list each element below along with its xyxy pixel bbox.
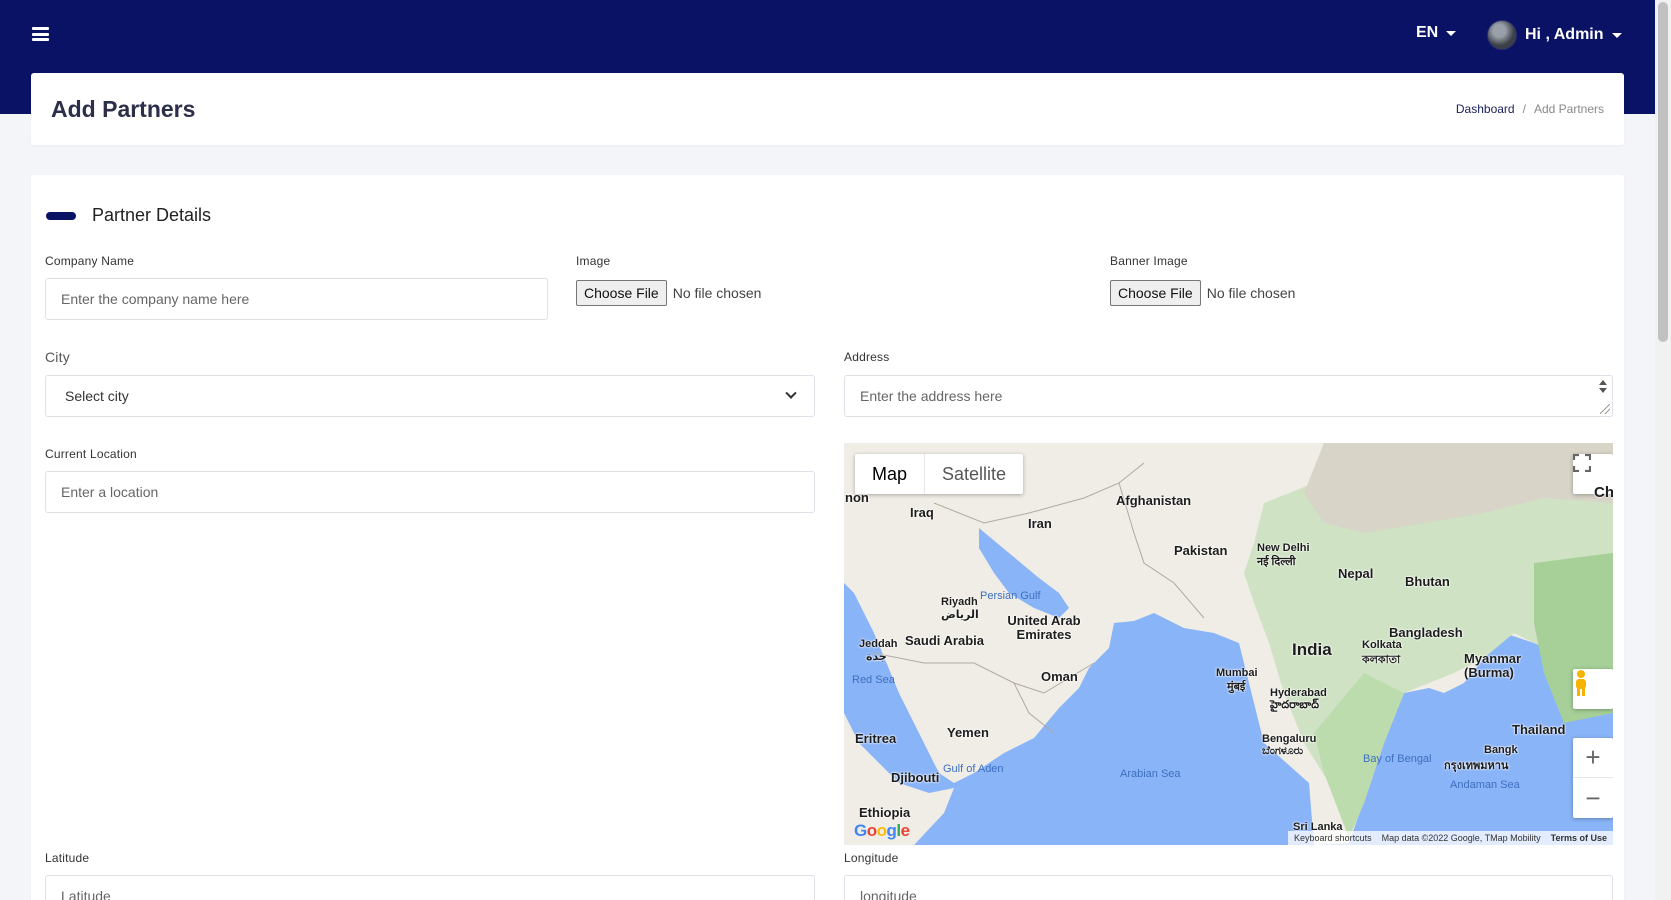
zoom-out-icon[interactable]: − (1573, 778, 1613, 818)
breadcrumb-dashboard[interactable]: Dashboard (1456, 102, 1515, 116)
image-label: Image (576, 254, 611, 268)
section-marker (46, 211, 76, 220)
map-label: Saudi Arabia (905, 633, 984, 648)
city-label: City (45, 349, 70, 365)
image-choose-file-button[interactable]: Choose File (576, 280, 667, 306)
menu-icon[interactable] (32, 27, 49, 41)
map-label: Bhutan (1405, 574, 1450, 589)
section-header: Partner Details (46, 205, 211, 226)
latitude-input[interactable] (45, 875, 815, 900)
map-label: Afghanistan (1116, 493, 1192, 508)
map-label: Oman (1041, 669, 1078, 684)
map-label: Bangk (1484, 744, 1518, 756)
map-label: Bay of Bengal (1363, 753, 1432, 765)
map-attribution: Keyboard shortcuts Map data ©2022 Google… (1288, 831, 1613, 845)
company-name-label: Company Name (45, 254, 135, 268)
breadcrumb: Dashboard / Add Partners (1456, 102, 1604, 116)
section-title: Partner Details (92, 205, 212, 225)
map-label: กรุงเทพมหาน (1444, 760, 1509, 772)
breadcrumb-separator: / (1522, 102, 1526, 116)
banner-image-label: Banner Image (1110, 254, 1188, 268)
longitude-label: Longitude (844, 851, 899, 865)
page-scrollbar[interactable] (1655, 0, 1671, 900)
avatar (1487, 20, 1517, 50)
page-title: Add Partners (51, 96, 196, 122)
map-label: मुंबई (1227, 681, 1246, 693)
language-label: EN (1416, 24, 1439, 41)
map-label: الرياض (941, 609, 979, 621)
map-label: Thailand (1512, 722, 1566, 737)
map-label: Ethiopia (859, 805, 911, 820)
map-label: Pakistan (1174, 543, 1228, 558)
banner-choose-file-button[interactable]: Choose File (1110, 280, 1201, 306)
current-location-label: Current Location (45, 447, 137, 461)
map-tab-map[interactable]: Map (855, 454, 924, 494)
caret-down-icon (1446, 30, 1457, 36)
map-type-toggle: Map Satellite (855, 454, 1024, 494)
google-logo: Google (854, 821, 910, 840)
map-label: Ch (1594, 484, 1613, 501)
location-map[interactable]: Map Satellite + − non Ch Afghanistan Ira… (844, 443, 1613, 845)
address-textarea[interactable]: Enter the address here (844, 375, 1613, 417)
banner-image-file-input: Choose File No file chosen (1110, 280, 1295, 306)
map-label: Persian Gulf (980, 590, 1041, 602)
pegman-icon[interactable] (1573, 669, 1613, 709)
terms-link[interactable]: Terms of Use (1551, 833, 1607, 843)
map-label: Red Sea (852, 674, 895, 686)
map-label: Gulf of Aden (943, 763, 1004, 775)
map-label: non (845, 490, 869, 505)
map-label: Arabian Sea (1120, 768, 1181, 780)
map-label: Bengaluru (1262, 733, 1317, 745)
map-label: Eritrea (855, 731, 897, 746)
map-label: Djibouti (891, 770, 940, 785)
chevron-down-icon (785, 387, 797, 399)
caret-down-icon (1611, 32, 1622, 38)
map-label: Myanmar (Burma) (1464, 651, 1522, 680)
language-dropdown[interactable]: EN (1416, 24, 1457, 42)
map-label: Yemen (947, 725, 989, 740)
map-label: Kolkata (1362, 639, 1402, 651)
address-label: Address (844, 350, 890, 364)
map-label: Riyadh (941, 596, 978, 608)
resize-handle-icon[interactable] (1600, 404, 1610, 414)
map-label: Andaman Sea (1450, 779, 1520, 791)
map-label: Nepal (1338, 566, 1374, 581)
company-name-input[interactable] (45, 278, 548, 320)
map-label: Bangladesh (1389, 625, 1463, 640)
map-label: New Delhi (1257, 542, 1310, 554)
longitude-input[interactable] (844, 875, 1613, 900)
latitude-label: Latitude (45, 851, 90, 865)
map-label: United Arab Emirates (1007, 613, 1081, 642)
map-label: హైదరాబాద్ (1270, 699, 1319, 711)
map-label: কলকাতা (1362, 654, 1401, 666)
banner-file-status: No file chosen (1206, 285, 1296, 301)
map-label: Jeddah (859, 638, 898, 650)
map-label: Iran (1028, 516, 1052, 531)
address-placeholder: Enter the address here (860, 388, 1003, 404)
zoom-controls: + − (1573, 738, 1613, 818)
map-data-text: Map data ©2022 Google, TMap Mobility (1381, 833, 1541, 843)
user-menu[interactable]: Hi , Admin (1487, 20, 1622, 50)
zoom-in-icon[interactable]: + (1573, 738, 1613, 778)
city-selected-value: Select city (65, 388, 129, 404)
map-label: India (1292, 640, 1332, 659)
map-label: Mumbai (1216, 667, 1258, 679)
keyboard-shortcuts-link[interactable]: Keyboard shortcuts (1294, 833, 1372, 843)
city-select[interactable]: Select city (45, 375, 815, 417)
map-tab-satellite[interactable]: Satellite (924, 454, 1023, 494)
map-label: Iraq (910, 505, 934, 520)
scrollbar-thumb[interactable] (1658, 2, 1668, 342)
map-label: नई दिल्ली (1257, 556, 1296, 568)
image-file-input: Choose File No file chosen (576, 280, 761, 306)
map-label: Hyderabad (1270, 687, 1327, 699)
map-label: جدة (866, 651, 887, 663)
map-label: ಬೆಂಗಳೂರು (1262, 745, 1304, 757)
page-header: Add Partners Dashboard / Add Partners (31, 73, 1624, 145)
image-file-status: No file chosen (672, 285, 762, 301)
breadcrumb-current: Add Partners (1533, 102, 1604, 116)
current-location-input[interactable] (45, 471, 815, 513)
user-greeting: Hi , Admin (1525, 26, 1604, 43)
